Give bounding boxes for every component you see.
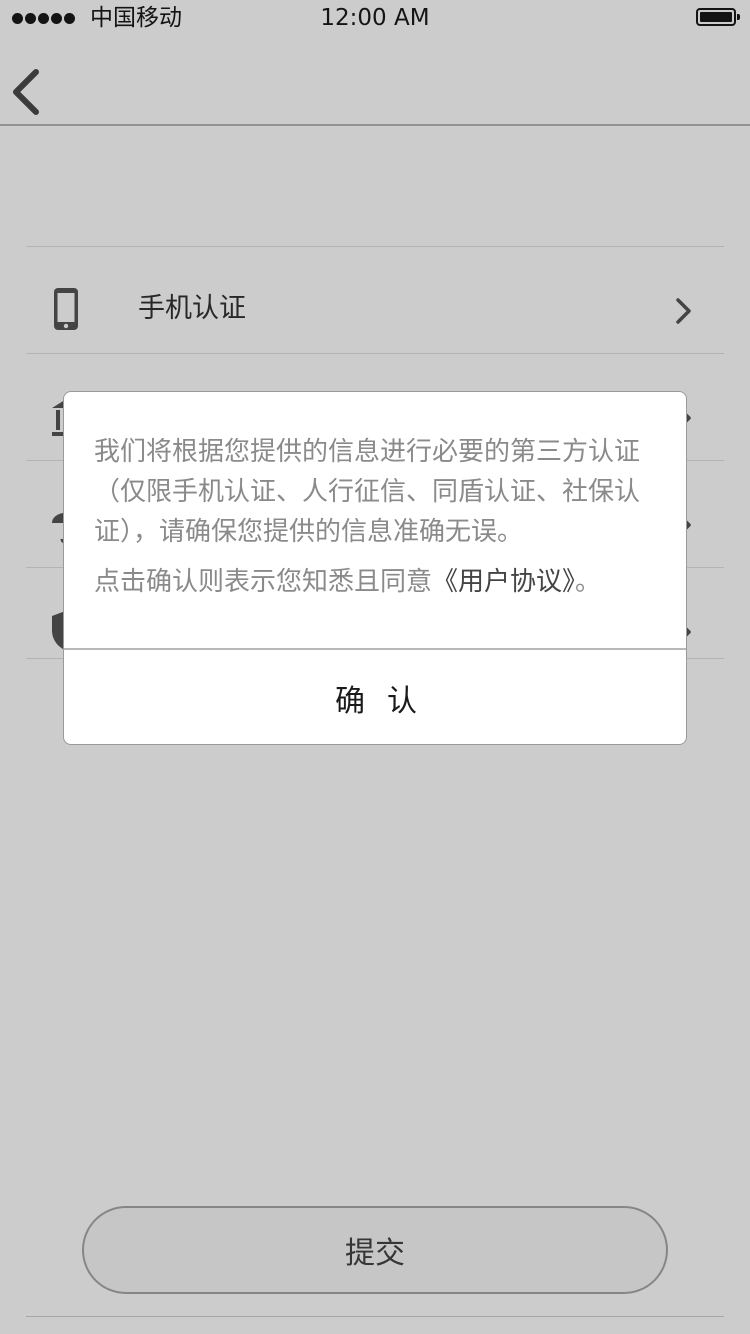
- screen: 中国移动 12:00 AM 手机认证 提交 我们将根据您提供的信息进行必要的第三…: [0, 0, 750, 1334]
- user-agreement-link[interactable]: 《用户协议》: [432, 567, 575, 597]
- agreement-suffix: 。: [575, 567, 602, 597]
- confirm-button[interactable]: 确认: [64, 650, 686, 744]
- dialog-body: 我们将根据您提供的信息进行必要的第三方认证（仅限手机认证、人行征信、同盾认证、社…: [94, 432, 658, 602]
- consent-dialog: 我们将根据您提供的信息进行必要的第三方认证（仅限手机认证、人行征信、同盾认证、社…: [63, 391, 687, 745]
- agreement-prefix: 点击确认则表示您知悉且同意: [94, 567, 433, 597]
- dialog-agreement-text: 点击确认则表示您知悉且同意《用户协议》。: [94, 562, 658, 602]
- dialog-message: 我们将根据您提供的信息进行必要的第三方认证（仅限手机认证、人行征信、同盾认证、社…: [94, 437, 641, 547]
